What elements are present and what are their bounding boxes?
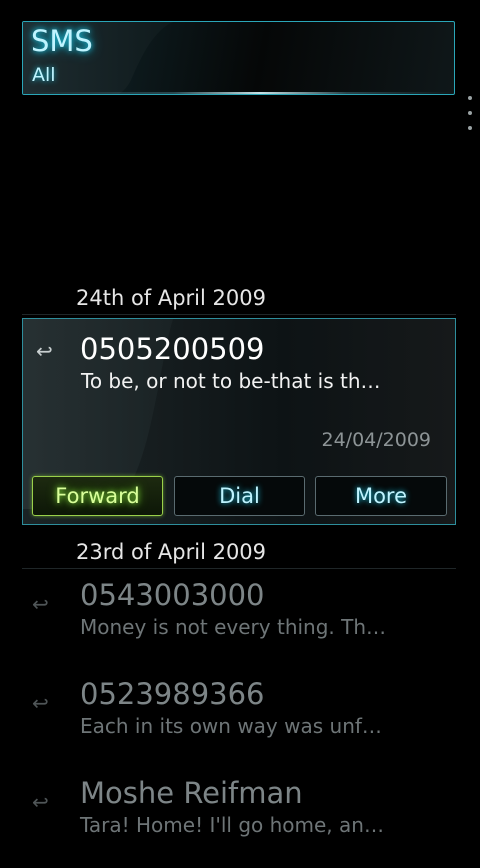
- dial-button[interactable]: Dial: [174, 476, 305, 516]
- list-item[interactable]: ↩ 0523989366 Each in its own way was unf…: [22, 677, 456, 769]
- message-sender: 0523989366: [80, 677, 265, 711]
- message-sender: 0543003000: [80, 578, 265, 612]
- filter-label[interactable]: All: [32, 64, 56, 86]
- selected-message-card[interactable]: ↩ 0505200509 To be, or not to be-that is…: [22, 318, 456, 525]
- reply-arrow-icon: ↩: [32, 592, 49, 616]
- overflow-menu-icon[interactable]: [465, 96, 477, 140]
- message-date: 24/04/2009: [321, 429, 431, 451]
- message-sender: 0505200509: [80, 332, 265, 366]
- list-item[interactable]: ↩ 0543003000 Money is not every thing. T…: [22, 578, 456, 670]
- list-item[interactable]: ↩ Moshe Reifman Tara! Home! I'll go home…: [22, 776, 456, 868]
- message-sender: Moshe Reifman: [80, 776, 303, 810]
- more-button[interactable]: More: [315, 476, 447, 516]
- header-glow-line: [23, 92, 454, 94]
- message-preview: To be, or not to be-that is th…: [81, 369, 381, 393]
- reply-arrow-icon: ↩: [32, 790, 49, 814]
- forward-button[interactable]: Forward: [32, 476, 163, 516]
- reply-arrow-icon: ↩: [36, 339, 53, 363]
- date-section-label: 23rd of April 2009: [76, 540, 267, 564]
- date-section-header: 23rd of April 2009: [22, 538, 456, 569]
- date-section-header: 24th of April 2009: [22, 284, 456, 315]
- reply-arrow-icon: ↩: [32, 691, 49, 715]
- screen-title: SMS: [31, 24, 93, 58]
- message-preview: Each in its own way was unf…: [80, 714, 382, 738]
- message-preview: Tara! Home! I'll go home, an…: [80, 813, 384, 837]
- app-header[interactable]: SMS All: [22, 21, 455, 95]
- date-section-label: 24th of April 2009: [76, 286, 266, 310]
- message-preview: Money is not every thing. Th…: [80, 615, 387, 639]
